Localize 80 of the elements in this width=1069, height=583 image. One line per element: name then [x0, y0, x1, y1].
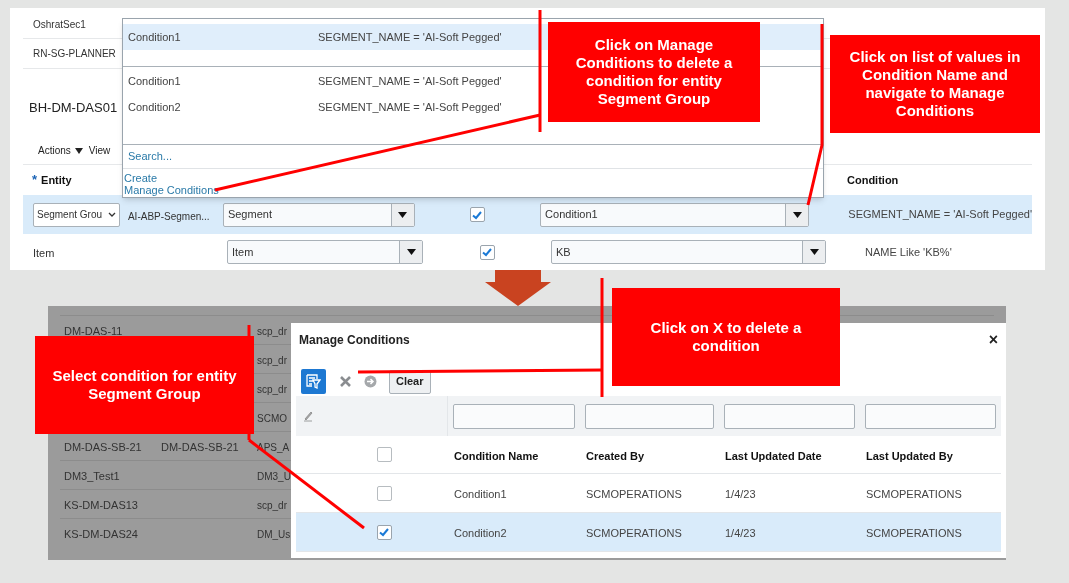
pencil-icon — [303, 410, 313, 422]
table-cell: DM3_U — [257, 471, 291, 482]
table-cell: KS-DM-DAS13 — [64, 499, 138, 511]
table-cell: Condition1 — [454, 488, 507, 500]
table-cell: SCMOPERATIONS — [586, 527, 682, 539]
table-cell: SCMOPERATIONS — [586, 488, 682, 500]
column-header: Last Updated By — [866, 449, 953, 462]
column-header: Condition — [847, 172, 899, 188]
checkbox[interactable] — [376, 447, 392, 462]
dropdown-caret-icon[interactable] — [390, 203, 414, 226]
checkbox[interactable] — [479, 244, 495, 260]
table-cell: SCMO — [257, 413, 287, 424]
dropdown-caret-icon[interactable] — [785, 203, 809, 226]
row-label: RN-SG-PLANNER — [33, 47, 116, 62]
column-header: Condition Name — [454, 449, 539, 462]
table-cell: Condition2 — [454, 527, 507, 539]
table-cell: scp_dr — [257, 326, 287, 337]
table-cell-text: SEGMENT_NAME = 'AI-Soft Pegged' — [848, 207, 1032, 223]
table-cell: DM-DAS-SB-21 — [64, 441, 142, 453]
table-cell: 1/4/23 — [725, 527, 756, 539]
callout: Click on list of values in Condition Name and navigate to Manage Conditions — [830, 35, 1040, 133]
table-row[interactable]: Condition2 SCMOPERATIONS 1/4/23 SCMOPERATIONS — [296, 513, 1001, 552]
field-value: KB — [555, 244, 572, 260]
checkbox[interactable] — [469, 207, 485, 222]
row-label: OshratSec1 — [33, 17, 86, 32]
table-cell: KS-DM-DAS24 — [64, 528, 138, 540]
filter-icon — [306, 374, 321, 389]
arrow-circle-icon — [364, 375, 377, 388]
table-cell-text: NAME Like 'KB%' — [865, 244, 952, 260]
page-title: BH-DM-DAS01 — [29, 99, 118, 118]
table-cell: SCMOPERATIONS — [866, 527, 962, 539]
table-cell: scp_dr — [257, 355, 287, 366]
combo-box[interactable]: Segment — [222, 202, 415, 227]
table-cell: DM-DAS-11 — [64, 325, 123, 337]
dropdown-caret-icon[interactable] — [399, 241, 422, 263]
callout: Select condition for entity Segment Group — [35, 336, 254, 434]
filter-field[interactable] — [453, 403, 575, 429]
required-mark: * — [32, 171, 38, 190]
actions-menu[interactable]: Actions — [38, 143, 83, 159]
x-icon — [338, 375, 352, 388]
delete-button[interactable] — [338, 374, 352, 389]
table-cell: scp_dr — [257, 500, 287, 511]
combo-box[interactable]: KB — [551, 240, 826, 264]
view-menu[interactable]: View — [88, 143, 111, 159]
dropdown-caret-icon[interactable] — [802, 241, 825, 263]
link[interactable]: Create — [124, 172, 158, 184]
table-cell: DM_Us — [257, 529, 291, 540]
column-header: Created By — [586, 449, 645, 462]
caret-icon — [74, 147, 83, 154]
checkbox[interactable] — [376, 485, 392, 501]
table-row[interactable]: Segment Grou AI-ABP-Segmen... Segment Condition1 SEGMENT_NAME = 'AI-Soft Pegged' — [23, 195, 1032, 234]
down-arrow — [485, 270, 551, 306]
query-button[interactable] — [301, 369, 326, 394]
go-button[interactable] — [364, 375, 377, 388]
column-header: Last Updated Date — [725, 449, 822, 462]
table-cell: 1/4/23 — [725, 488, 756, 500]
combo-box[interactable]: Condition1 — [540, 202, 810, 227]
checkbox[interactable] — [376, 524, 392, 540]
table-cell: AI-ABP-Segmen... — [127, 210, 210, 222]
link[interactable]: Manage Conditions — [124, 184, 219, 196]
table-cell: DM3_Test1 — [64, 470, 120, 482]
field-value: Condition1 — [544, 207, 599, 223]
combo-box[interactable]: Item — [227, 240, 423, 264]
filter-field[interactable] — [585, 403, 714, 429]
callout: Click on X to delete a condition — [612, 288, 840, 386]
search-link[interactable]: Search... — [128, 148, 173, 165]
column-header: Entity — [41, 172, 72, 188]
entity-select[interactable]: Segment Grou — [33, 202, 120, 227]
chevron-down-icon — [108, 211, 116, 218]
table-cell: Item — [33, 247, 55, 259]
close-button[interactable]: × — [988, 332, 998, 348]
filter-field[interactable] — [865, 403, 996, 429]
field-value: Item — [231, 244, 255, 260]
table-cell: DM-DAS-SB-21 — [161, 441, 239, 453]
field-value: Segment — [226, 207, 273, 223]
filter-field[interactable] — [724, 403, 855, 429]
table-cell: scp_dr — [257, 384, 287, 395]
table-cell: SCMOPERATIONS — [866, 488, 962, 500]
callout: Click on Manage Conditions to delete a condition for entity Segment Group — [548, 22, 760, 122]
dialog-title: Manage Conditions — [299, 332, 410, 349]
